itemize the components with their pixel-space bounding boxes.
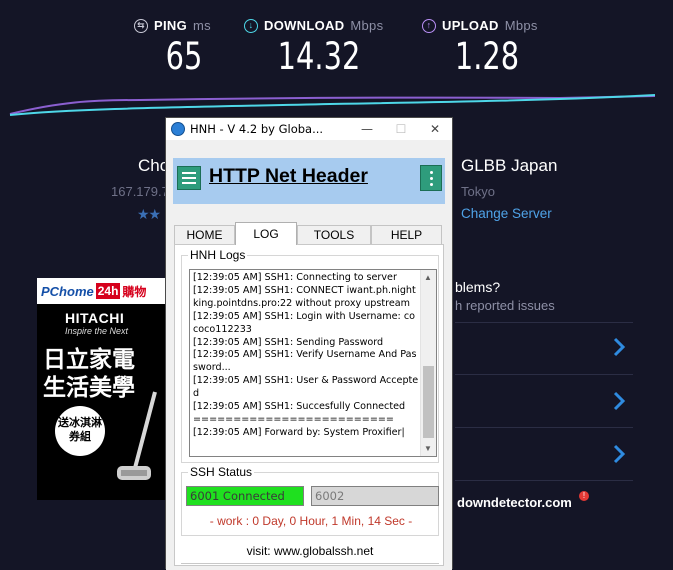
- tab-help[interactable]: HELP: [371, 225, 442, 244]
- ad-tagline: Inspire the Next: [65, 326, 129, 336]
- change-server-link[interactable]: Change Server: [461, 206, 552, 221]
- ad-promo-badge: 送冰淇淋 券組: [55, 406, 105, 456]
- download-label: DOWNLOAD: [264, 18, 345, 33]
- upload-metric: ↑ UPLOAD Mbps 1.28: [422, 18, 552, 79]
- tab-log[interactable]: LOG: [235, 222, 297, 245]
- ad-header: PChome 24h 購物: [37, 278, 167, 304]
- ping-header: ⇆ PING ms: [134, 18, 234, 33]
- downdetector-alert-icon: !: [579, 491, 589, 501]
- server-name: GLBB Japan: [461, 156, 558, 175]
- download-value: 14.32: [277, 35, 361, 78]
- log-scrollbar[interactable]: ▲ ▼: [420, 270, 436, 456]
- log-text: [12:39:05 AM] SSH1: Connecting to server…: [193, 272, 419, 438]
- download-metric: ↓ DOWNLOAD Mbps 14.32: [244, 18, 394, 79]
- ssh-status-group: SSH Status 6001 Connected 6002 - work : …: [181, 465, 439, 536]
- ad-shop: 購物: [122, 284, 147, 299]
- chevron-right-icon[interactable]: [610, 443, 628, 465]
- work-timer: - work : 0 Day, 0 Hour, 1 Min, 14 Sec -: [209, 514, 413, 528]
- ad-promo-line-2: 券組: [69, 431, 91, 443]
- speed-metrics: ⇆ PING ms 65 ↓ DOWNLOAD Mbps 14.32 ↑ UPL…: [0, 18, 673, 88]
- tab-tools[interactable]: TOOLS: [297, 225, 371, 244]
- problems-title: blems?: [455, 279, 501, 295]
- app-logo-icon: [171, 122, 185, 136]
- app-header: HTTP Net Header: [173, 158, 445, 204]
- ad-brand: PChome: [41, 283, 94, 299]
- hamburger-menu-button[interactable]: [177, 166, 201, 190]
- ssh-status-label: SSH Status: [188, 465, 255, 479]
- tab-bar: HOME LOG TOOLS HELP: [174, 222, 442, 245]
- window-titlebar[interactable]: HNH - V 4.2 by Globa... — ☐ ✕: [166, 118, 452, 140]
- problems-subtitle: h reported issues: [455, 298, 555, 313]
- close-button[interactable]: ✕: [418, 118, 452, 140]
- upload-arrow-icon: ↑: [422, 18, 436, 33]
- visit-link[interactable]: visit: www.globalssh.net: [175, 544, 445, 558]
- divider: [455, 427, 633, 428]
- ad-promo-line-1: 送冰淇淋: [58, 417, 102, 429]
- server-city: Tokyo: [461, 184, 495, 199]
- upload-value: 1.28: [454, 35, 520, 78]
- logs-group: HNH Logs [12:39:05 AM] SSH1: Connecting …: [181, 248, 439, 463]
- more-options-button[interactable]: [420, 165, 442, 191]
- downdetector-logo[interactable]: downdetector.com: [457, 495, 572, 510]
- isp-ip: 167.179.7: [111, 184, 169, 199]
- logs-group-label: HNH Logs: [188, 248, 248, 262]
- kebab-icon: [429, 170, 433, 174]
- ping-value: 65: [165, 35, 203, 78]
- ping-metric: ⇆ PING ms 65: [134, 18, 234, 79]
- ping-icon: ⇆: [134, 18, 148, 33]
- scroll-up-icon[interactable]: ▲: [424, 273, 432, 282]
- maximize-button[interactable]: ☐: [384, 118, 418, 140]
- ping-unit: ms: [192, 18, 211, 33]
- divider: [455, 480, 633, 481]
- chevron-right-icon[interactable]: [610, 390, 628, 412]
- hnh-window: HNH - V 4.2 by Globa... — ☐ ✕ HTTP Net H…: [165, 117, 453, 570]
- log-tab-panel: HNH Logs [12:39:05 AM] SSH1: Connecting …: [174, 244, 444, 566]
- upload-label: UPLOAD: [442, 18, 499, 33]
- bottom-divider: [181, 563, 439, 567]
- upload-unit: Mbps: [504, 18, 538, 33]
- scroll-down-icon[interactable]: ▼: [424, 444, 432, 453]
- ssh-slot-connected: 6001 Connected: [186, 486, 304, 506]
- divider: [455, 374, 633, 375]
- minimize-button[interactable]: —: [350, 118, 384, 140]
- advertisement[interactable]: PChome 24h 購物 HITACHI Inspire the Next 日…: [37, 278, 167, 500]
- vacuum-image: [117, 391, 157, 480]
- chevron-right-icon[interactable]: [610, 336, 628, 358]
- scrollbar-thumb[interactable]: [423, 366, 434, 438]
- upload-header: ↑ UPLOAD Mbps: [422, 18, 552, 33]
- ad-24h-badge: 24h: [95, 283, 121, 299]
- hamburger-icon: [182, 172, 196, 174]
- window-body: HTTP Net Header HOME LOG TOOLS HELP HNH …: [166, 140, 452, 570]
- ssh-slot-idle: 6002: [311, 486, 439, 506]
- ping-label: PING: [154, 18, 187, 33]
- divider: [455, 322, 633, 323]
- ad-headline-line-1: 日立家電: [43, 347, 135, 373]
- log-output[interactable]: [12:39:05 AM] SSH1: Connecting to server…: [189, 269, 437, 457]
- window-title: HNH - V 4.2 by Globa...: [190, 122, 324, 136]
- download-unit: Mbps: [350, 18, 384, 33]
- ad-maker: HITACHI: [65, 310, 125, 326]
- tab-home[interactable]: HOME: [174, 225, 235, 244]
- download-arrow-icon: ↓: [244, 18, 258, 33]
- rating-stars[interactable]: ★★: [137, 206, 161, 223]
- app-title: HTTP Net Header: [209, 165, 368, 187]
- download-header: ↓ DOWNLOAD Mbps: [244, 18, 394, 33]
